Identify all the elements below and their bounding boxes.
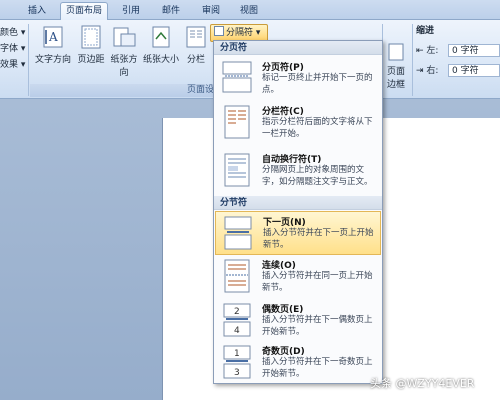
columns-label: 分栏 bbox=[186, 55, 205, 65]
page-borders-button[interactable]: 页面 边框 bbox=[384, 42, 408, 90]
section-breaks-section-header: 分节符 bbox=[214, 196, 382, 210]
menu-item-odd-page[interactable]: 1 3 奇数页(D) 插入分节符并在下一奇数页上开始新节。 bbox=[215, 341, 381, 383]
columns-icon bbox=[186, 26, 206, 48]
theme-effects-button[interactable]: 效果 ▾ bbox=[0, 58, 25, 72]
menu-item-text-wrapping-break[interactable]: 自动换行符(T) 分隔网页上的对象周围的文字，如分隔题注文字与正文。 bbox=[215, 149, 381, 195]
svg-text:A: A bbox=[48, 30, 58, 44]
tab-mailings[interactable]: 邮件 bbox=[156, 3, 186, 19]
breaks-label: 分隔符 ▾ bbox=[226, 28, 261, 38]
continuous-break-icon bbox=[224, 259, 250, 293]
text-direction-label: 文字方向 bbox=[34, 55, 71, 65]
ribbon-tab-bar: 插入 页面布局 引用 邮件 审阅 视图 bbox=[0, 0, 500, 21]
margins-label: 页边距 bbox=[77, 55, 105, 65]
svg-text:4: 4 bbox=[234, 326, 240, 336]
continuous-desc: 插入分节符并在同一页上开始新节。 bbox=[262, 271, 373, 293]
svg-text:3: 3 bbox=[234, 368, 240, 378]
indent-right-label: ⇥ 右: bbox=[416, 66, 439, 76]
page-breaks-section-header: 分页符 bbox=[214, 41, 382, 55]
svg-text:2: 2 bbox=[234, 307, 240, 317]
page-border-label-2: 边框 bbox=[386, 80, 405, 90]
page-border-icon bbox=[388, 43, 404, 61]
next-page-desc: 插入分节符并在下一页上开始新节。 bbox=[263, 228, 374, 250]
orientation-icon bbox=[113, 27, 136, 47]
page-border-label-1: 页面 bbox=[386, 67, 405, 77]
indent-left-field[interactable]: 0 字符 bbox=[448, 44, 500, 57]
group-separator bbox=[28, 24, 29, 96]
next-page-break-icon bbox=[224, 216, 252, 250]
odd-page-desc: 插入分节符并在下一奇数页上开始新节。 bbox=[262, 357, 373, 379]
margins-icon bbox=[81, 25, 101, 49]
column-break-desc: 指示分栏符后面的文字将从下一栏开始。 bbox=[262, 117, 373, 139]
theme-colors-button[interactable]: 颜色 ▾ bbox=[0, 26, 25, 40]
indent-right-field[interactable]: 0 字符 bbox=[448, 64, 500, 77]
page-break-desc: 标记一页终止并开始下一页的点。 bbox=[262, 73, 373, 95]
orientation-label: 纸张方向 bbox=[110, 55, 138, 78]
tab-page-layout[interactable]: 页面布局 bbox=[60, 2, 108, 21]
tab-references[interactable]: 引用 bbox=[116, 3, 146, 19]
watermark: 头条 @WZYY4EVER bbox=[370, 377, 475, 390]
paper-size-label: 纸张大小 bbox=[142, 55, 179, 65]
text-wrapping-break-icon bbox=[224, 153, 250, 187]
paper-size-button[interactable]: 纸张大小 bbox=[142, 24, 180, 65]
indent-left-label: ⇤ 左: bbox=[416, 46, 439, 56]
paper-size-icon bbox=[152, 26, 170, 48]
text-wrapping-break-desc: 分隔网页上的对象周围的文字，如分隔题注文字与正文。 bbox=[262, 165, 373, 187]
indent-left-icon: ⇤ bbox=[416, 46, 427, 56]
even-page-desc: 插入分节符并在下一偶数页上开始新节。 bbox=[262, 315, 373, 337]
indent-heading: 缩进 bbox=[416, 26, 435, 36]
menu-item-column-break[interactable]: 分栏符(C) 指示分栏符后面的文字将从下一栏开始。 bbox=[215, 101, 381, 145]
theme-fonts-button[interactable]: 字体 ▾ bbox=[0, 42, 25, 56]
group-separator bbox=[412, 24, 413, 96]
tab-view[interactable]: 视图 bbox=[234, 3, 264, 19]
even-page-break-icon: 2 4 bbox=[223, 303, 251, 337]
menu-item-next-page[interactable]: 下一页(N) 插入分节符并在下一页上开始新节。 bbox=[215, 211, 381, 255]
text-direction-button[interactable]: A 文字方向 bbox=[33, 24, 73, 65]
tab-review[interactable]: 审阅 bbox=[196, 3, 226, 19]
menu-item-page-break[interactable]: 分页符(P) 标记一页终止并开始下一页的点。 bbox=[215, 57, 381, 97]
breaks-menu: 分页符 分页符(P) 标记一页终止并开始下一页的点。 分栏符(C) 指示分栏符后… bbox=[213, 40, 383, 384]
odd-page-break-icon: 1 3 bbox=[223, 345, 251, 379]
indent-right-icon: ⇥ bbox=[416, 66, 427, 76]
columns-button[interactable]: 分栏 bbox=[184, 24, 208, 65]
menu-item-continuous[interactable]: 连续(O) 插入分节符并在同一页上开始新节。 bbox=[215, 255, 381, 299]
page-break-icon bbox=[222, 61, 252, 93]
breaks-icon bbox=[214, 26, 224, 36]
menu-item-even-page[interactable]: 2 4 偶数页(E) 插入分节符并在下一偶数页上开始新节。 bbox=[215, 299, 381, 341]
tab-insert[interactable]: 插入 bbox=[22, 3, 52, 19]
svg-text:1: 1 bbox=[234, 349, 240, 359]
column-break-icon bbox=[224, 105, 250, 139]
orientation-button[interactable]: 纸张方向 bbox=[108, 24, 140, 78]
margins-button[interactable]: 页边距 bbox=[76, 24, 106, 65]
text-direction-icon: A bbox=[43, 26, 63, 48]
